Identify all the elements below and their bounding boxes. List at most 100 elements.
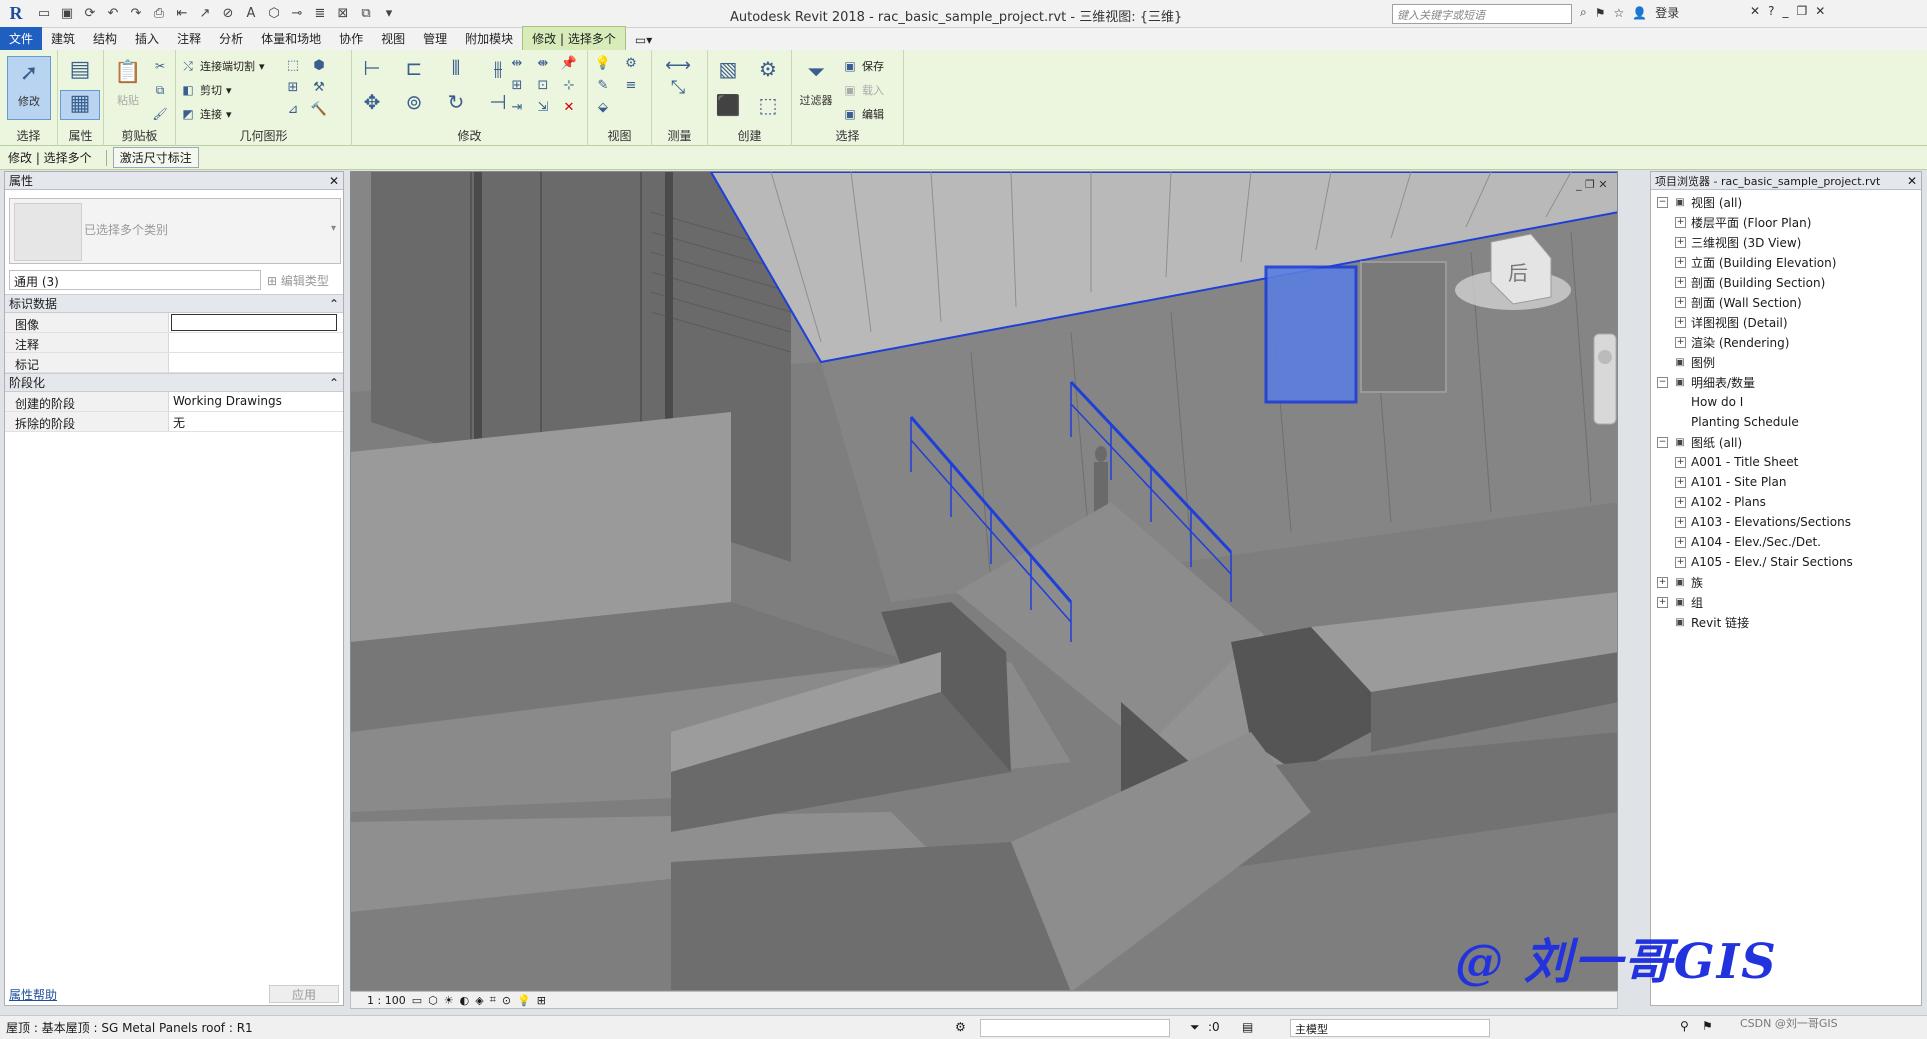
expand-icon[interactable]: + bbox=[1657, 596, 1668, 608]
tab-collaborate[interactable]: 协作 bbox=[330, 27, 372, 50]
copy-button[interactable]: ⧉ bbox=[152, 80, 168, 100]
expand-icon[interactable]: + bbox=[1675, 456, 1686, 468]
create-group-icon[interactable]: ⬛ bbox=[712, 90, 744, 120]
restore-button[interactable]: ❐ bbox=[1796, 4, 1807, 18]
analytical-icon[interactable]: ⊞ bbox=[537, 994, 546, 1007]
phase-demolished-field[interactable]: 无 bbox=[169, 412, 343, 431]
hammer-icon[interactable]: 🔨 bbox=[310, 100, 328, 118]
help-icon[interactable]: ? bbox=[1768, 4, 1774, 18]
browser-tree-item[interactable]: + A105 - Elev./ Stair Sections bbox=[1651, 552, 1921, 572]
select-links-icon[interactable]: ⚲ bbox=[1680, 1019, 1689, 1033]
wall-joins-icon[interactable]: ⊞ bbox=[284, 78, 302, 96]
expand-icon[interactable]: + bbox=[1675, 496, 1686, 508]
sun-path-icon[interactable]: ☀ bbox=[444, 994, 454, 1007]
expand-icon[interactable]: + bbox=[1675, 336, 1686, 348]
browser-tree-item[interactable]: + A104 - Elev./Sec./Det. bbox=[1651, 532, 1921, 552]
render-icon[interactable]: ◈ bbox=[475, 994, 483, 1007]
properties-toggle-button[interactable]: ▦ bbox=[60, 90, 100, 120]
mark-value-field[interactable] bbox=[169, 353, 343, 372]
edit-selection-button[interactable]: ▣ 编辑 bbox=[842, 104, 884, 124]
3d-scene[interactable]: 后 _ ❐ ✕ bbox=[351, 172, 1618, 991]
align-icon[interactable]: ⊢ bbox=[356, 54, 388, 82]
dimension-icon[interactable]: ↗ bbox=[195, 4, 215, 24]
measure-distance-icon[interactable]: ⟷ bbox=[658, 55, 698, 76]
array-icon[interactable]: ⊞ bbox=[508, 76, 526, 94]
expand-icon[interactable]: + bbox=[1657, 576, 1668, 588]
tab-annotate[interactable]: 注释 bbox=[168, 27, 210, 50]
split-gap-icon[interactable]: ⇼ bbox=[534, 54, 552, 72]
tab-architecture[interactable]: 建筑 bbox=[42, 27, 84, 50]
minimize-button[interactable]: _ bbox=[1782, 4, 1788, 18]
exchange-icon[interactable]: ✕ bbox=[1750, 4, 1760, 18]
print-icon[interactable]: ⎙ bbox=[149, 4, 169, 24]
mirror-pick-icon[interactable]: ⫴ bbox=[440, 54, 472, 82]
expand-icon[interactable]: + bbox=[1675, 516, 1686, 528]
modify-button[interactable]: ➚ 修改 bbox=[7, 56, 51, 120]
detail-level-icon[interactable]: ▭ bbox=[412, 994, 422, 1007]
filter-status-icon[interactable]: ⏷ bbox=[1190, 1020, 1200, 1035]
login-button[interactable]: 登录 bbox=[1655, 4, 1679, 21]
split-face-icon[interactable]: ⬚ bbox=[284, 56, 302, 74]
subscription-icon[interactable]: ⚑ bbox=[1595, 6, 1606, 20]
viewcube-label[interactable]: 后 bbox=[1508, 261, 1528, 285]
type-selector[interactable]: 已选择多个类别 ▾ bbox=[9, 198, 341, 264]
join-cut-button[interactable]: ⤭ 连接端切割 ▾ bbox=[180, 56, 264, 76]
properties-close-icon[interactable]: ✕ bbox=[329, 174, 339, 188]
collapse-icon[interactable]: − bbox=[1657, 436, 1668, 448]
view-scale[interactable]: 1 : 100 bbox=[367, 994, 406, 1007]
search-input[interactable]: 键入关键字或短语 bbox=[1392, 4, 1572, 24]
visual-style-icon[interactable]: ⬡ bbox=[428, 994, 438, 1007]
trim-multiple-icon[interactable]: ⇥ bbox=[508, 98, 526, 116]
3d-viewport[interactable]: 后 _ ❐ ✕ bbox=[350, 171, 1618, 991]
worksets-icon[interactable]: ⚙ bbox=[955, 1020, 966, 1034]
aligned-dimension-icon[interactable]: ⤡ bbox=[658, 77, 698, 98]
category-filter-dropdown[interactable]: 通用 (3) bbox=[9, 270, 261, 290]
tab-view[interactable]: 视图 bbox=[372, 27, 414, 50]
paint-icon[interactable]: ⬢ bbox=[310, 56, 328, 74]
join-button[interactable]: ◩ 连接 ▾ bbox=[180, 104, 231, 124]
type-dropdown-icon[interactable]: ▾ bbox=[331, 223, 336, 234]
create-similar-icon[interactable]: ⬚ bbox=[752, 90, 784, 120]
cut-clip-button[interactable]: ✂ bbox=[152, 56, 168, 76]
undo-icon[interactable]: ↶ bbox=[103, 4, 123, 24]
linework-icon[interactable]: ✎ bbox=[594, 76, 612, 94]
expand-icon[interactable]: + bbox=[1675, 276, 1686, 288]
browser-tree-item[interactable]: + A103 - Elevations/Sections bbox=[1651, 512, 1921, 532]
rotate-icon[interactable]: ↻ bbox=[440, 88, 472, 116]
expand-icon[interactable]: + bbox=[1675, 556, 1686, 568]
selection-box-icon[interactable]: ⬙ bbox=[594, 98, 612, 116]
line-weights-icon[interactable]: ≡ bbox=[622, 76, 640, 94]
redo-icon[interactable]: ↷ bbox=[126, 4, 146, 24]
unpin-icon[interactable]: ⊹ bbox=[560, 76, 578, 94]
group-phasing[interactable]: 阶段化 ⌃ bbox=[5, 373, 343, 392]
beam-join-icon[interactable]: ⊿ bbox=[284, 100, 302, 118]
apply-button[interactable]: 应用 bbox=[269, 985, 339, 1003]
extend-icon[interactable]: ⇲ bbox=[534, 98, 552, 116]
browser-tree-item[interactable]: + 剖面 (Wall Section) bbox=[1651, 292, 1921, 312]
save-selection-button[interactable]: ▣ 保存 bbox=[842, 56, 884, 76]
browser-tree-item[interactable]: + 三维视图 (3D View) bbox=[1651, 232, 1921, 252]
activate-dimensions-button[interactable]: 激活尺寸标注 bbox=[112, 147, 199, 168]
panel-title-select[interactable]: 选择 bbox=[0, 127, 57, 144]
browser-tree-item[interactable]: + 详图视图 (Detail) bbox=[1651, 312, 1921, 332]
revit-logo-icon[interactable]: R bbox=[4, 3, 28, 25]
browser-tree-item[interactable]: + 立面 (Building Elevation) bbox=[1651, 252, 1921, 272]
load-selection-button[interactable]: ▣ 载入 bbox=[842, 80, 884, 100]
favorites-icon[interactable]: ☆ bbox=[1614, 6, 1625, 20]
browser-tree-item[interactable]: + A102 - Plans bbox=[1651, 492, 1921, 512]
edit-type-button[interactable]: ⊞ 编辑类型 bbox=[267, 272, 329, 289]
binoculars-icon[interactable]: ⌕ bbox=[1580, 5, 1587, 20]
close-hidden-icon[interactable]: ⊠ bbox=[333, 4, 353, 24]
browser-tree-item[interactable]: + 剖面 (Building Section) bbox=[1651, 272, 1921, 292]
type-properties-button[interactable]: ▤ bbox=[60, 56, 100, 86]
select-underlay-icon[interactable]: ⚑ bbox=[1702, 1019, 1713, 1033]
create-assembly-icon[interactable]: ⚙ bbox=[752, 54, 784, 84]
collapse-icon[interactable]: − bbox=[1657, 196, 1668, 208]
measure-icon[interactable]: ⇤ bbox=[172, 4, 192, 24]
comments-value-field[interactable] bbox=[169, 333, 343, 352]
paste-button[interactable]: 📋 粘贴 bbox=[106, 56, 150, 120]
workset-dropdown[interactable] bbox=[980, 1019, 1170, 1037]
tab-insert[interactable]: 插入 bbox=[126, 27, 168, 50]
customize-qat-icon[interactable]: ▾ bbox=[379, 4, 399, 24]
3d-view-icon[interactable]: ⬡ bbox=[264, 4, 284, 24]
